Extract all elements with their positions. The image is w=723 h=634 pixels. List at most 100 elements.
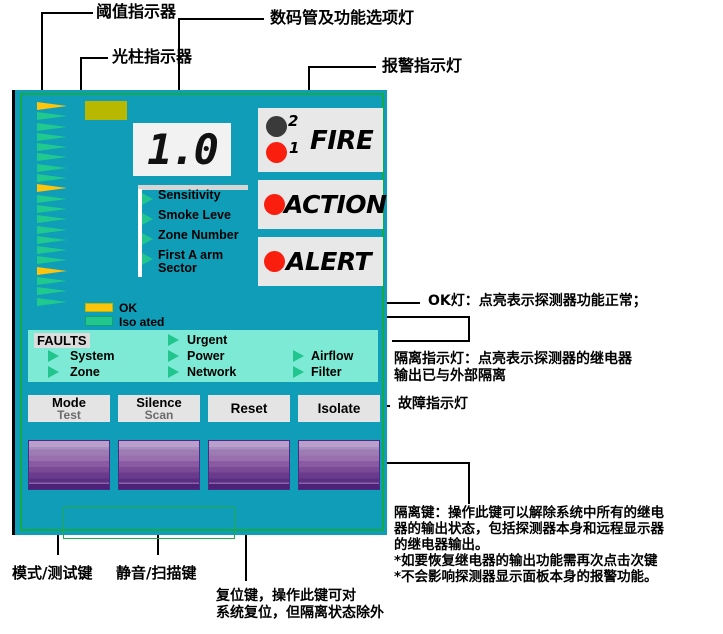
threshold-indicator: [37, 102, 67, 110]
arrow-right-icon: [168, 350, 179, 362]
arrow-right-icon: [168, 366, 179, 378]
callout-isolate-lamp: 隔离指示灯：点亮表示探测器的继电器 输出已与外部隔离: [394, 351, 632, 384]
digital-display: 1.0: [133, 123, 231, 176]
faults-indicator-panel: FAULTS System Zone Urgent Power Network …: [28, 330, 378, 382]
callout-bargraph: 光柱指示器: [112, 47, 193, 66]
bargraph-indicator-column: [85, 101, 127, 120]
ok-led-label: OK: [119, 301, 137, 315]
threshold-indicator-column: [37, 102, 71, 308]
arrow-right-icon: [142, 213, 153, 225]
leader-isolated-h2: [392, 340, 470, 342]
threshold-indicator: [37, 246, 67, 255]
button-line1: Reset: [230, 400, 268, 416]
leader-threshold-h: [41, 12, 93, 14]
callout-alarm-lamps: 报警指示灯: [382, 56, 463, 75]
fault-label-airflow: Airflow: [311, 349, 354, 363]
keycap-mode-test[interactable]: [28, 440, 110, 490]
arrow-right-icon: [142, 233, 153, 245]
fault-label-power: Power: [187, 349, 225, 363]
callout-mode-test-key: 模式/测试键: [12, 564, 93, 582]
function-item-first-alarm-sector[interactable]: First A arm Sector: [136, 249, 248, 275]
digital-display-value: 1.0: [147, 124, 219, 174]
isolate-button[interactable]: Isolate: [298, 395, 380, 422]
fire-led-1: [266, 142, 287, 163]
leader-display-h: [178, 18, 264, 20]
fault-label-network: Network: [187, 365, 237, 379]
action-led: [264, 194, 285, 215]
threshold-indicator: [37, 132, 67, 141]
threshold-indicator: [37, 277, 67, 286]
threshold-indicator: [37, 297, 67, 306]
arrow-right-icon: [142, 253, 153, 265]
function-option-menu: Sensitivity Smoke Leve Zone Number First…: [136, 185, 248, 277]
action-label: ACTION: [284, 190, 387, 219]
callout-silence-scan-key: 静音/扫描键: [116, 564, 197, 582]
ok-led: [85, 303, 113, 312]
silence-scan-button[interactable]: Silence Scan: [118, 395, 200, 422]
function-item-sensitivity[interactable]: Sensitivity: [136, 189, 248, 209]
function-item-zone-number[interactable]: Zone Number: [136, 229, 248, 249]
faults-title: FAULTS: [34, 333, 90, 348]
arrow-right-icon: [48, 366, 59, 378]
threshold-indicator: [37, 163, 67, 172]
arrow-right-icon: [48, 350, 59, 362]
arrow-right-icon: [293, 366, 304, 378]
isolated-led-label: Iso ated: [119, 315, 165, 329]
callout-reset-key: 复位键，操作此键可对 系统复位，但隔离状态除外: [216, 588, 384, 621]
threshold-indicator: [37, 204, 67, 213]
fire-label: FIRE: [310, 126, 374, 156]
detector-display-panel: OK Iso ated 1.0 Sensitivity Smoke Leve Z…: [12, 90, 387, 539]
fire-led-1-number: 1: [289, 139, 300, 157]
keycap-silence-scan[interactable]: [118, 440, 200, 490]
button-line2: Test: [57, 408, 81, 422]
fault-label-zone: Zone: [70, 365, 100, 379]
button-line1: Isolate: [317, 400, 361, 416]
function-item-label: Sensitivity: [158, 188, 221, 202]
leader-threshold-v: [41, 12, 43, 102]
alert-alarm-indicator: ALERT: [258, 237, 383, 286]
threshold-indicator: [37, 112, 67, 121]
button-line2: Scan: [144, 408, 174, 422]
threshold-indicator: [37, 235, 67, 244]
function-item-label: First A arm Sector: [158, 248, 224, 275]
bargraph-segment: [125, 101, 127, 120]
threshold-indicator: [37, 153, 67, 162]
alert-led: [264, 251, 285, 272]
threshold-indicator: [37, 194, 67, 203]
leader-bargraph-h: [80, 57, 108, 59]
alert-label: ALERT: [286, 247, 372, 276]
action-alarm-indicator: ACTION: [258, 180, 387, 229]
leader-isolated-v: [468, 316, 470, 342]
threshold-indicator: [37, 256, 67, 265]
arrow-right-icon: [293, 350, 304, 362]
threshold-indicator: [37, 122, 67, 131]
leader-isolatekey-v: [468, 462, 470, 504]
arrow-right-icon: [168, 334, 179, 346]
keycap-reset[interactable]: [208, 440, 290, 490]
keycap-isolate[interactable]: [298, 440, 380, 490]
threshold-indicator: [37, 184, 67, 193]
callout-threshold: 阈值指示器: [96, 2, 177, 21]
fire-led-2: [266, 116, 287, 137]
threshold-indicator: [37, 225, 67, 234]
callout-ok-lamp: OK灯：点亮表示探测器功能正常；: [428, 293, 647, 309]
threshold-indicator: [37, 174, 67, 183]
fault-label-system: System: [70, 349, 115, 363]
threshold-indicator: [37, 143, 67, 152]
fault-label-filter: Filter: [311, 365, 342, 379]
threshold-indicator: [37, 266, 67, 275]
mode-test-button[interactable]: Mode Test: [28, 395, 110, 422]
blank-label-area: [63, 507, 235, 539]
callout-digital-display: 数码管及功能选项灯: [270, 8, 415, 27]
fault-label-urgent: Urgent: [187, 333, 228, 347]
reset-button[interactable]: Reset: [208, 395, 290, 422]
callout-fault-lamps: 故障指示灯: [398, 396, 468, 412]
threshold-indicator: [37, 287, 67, 296]
fire-alarm-indicator: 2 1 FIRE: [258, 108, 383, 172]
function-item-smoke-level[interactable]: Smoke Leve: [136, 209, 248, 229]
fire-led-2-number: 2: [288, 112, 299, 130]
threshold-indicator: [37, 215, 67, 224]
function-item-label: Smoke Leve: [158, 208, 231, 222]
function-item-label: Zone Number: [158, 228, 239, 242]
leader-alarm-h: [308, 66, 376, 68]
